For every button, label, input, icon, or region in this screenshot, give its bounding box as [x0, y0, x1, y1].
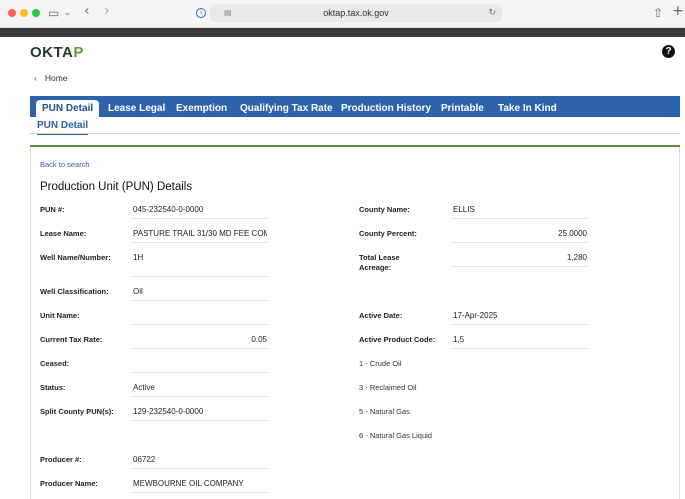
current-tax-rate-value: 0.05: [251, 335, 267, 344]
status-label: Status:: [40, 383, 66, 392]
product-code-item: 6 - Natural Gas Liquid: [359, 431, 432, 440]
field-underline: [131, 242, 268, 243]
producer-name-label: Producer Name:: [40, 479, 98, 488]
back-arrow-icon[interactable]: ‹: [84, 3, 90, 19]
field-underline: [131, 300, 268, 301]
field-underline: [131, 396, 268, 397]
active-date-label: Active Date:: [359, 311, 403, 320]
product-code-item: 5 - Natural Gas: [359, 407, 410, 416]
page-title: Production Unit (PUN) Details: [40, 181, 193, 193]
county-percent-value: 25.0000: [558, 229, 587, 238]
split-county-pun-value: 129-232540-0-0000: [133, 407, 204, 416]
close-window-button[interactable]: [8, 9, 16, 17]
home-label: Home: [44, 73, 68, 83]
field-underline: [131, 372, 268, 373]
tab-exemption[interactable]: Exemption: [176, 100, 227, 117]
total-lease-acreage-label: Total Lease: [359, 253, 400, 262]
field-underline: [451, 266, 588, 267]
chevron-down-icon[interactable]: ⌄: [64, 5, 71, 21]
well-name-label: Well Name/Number:: [40, 253, 111, 262]
reload-icon[interactable]: ↻: [488, 6, 496, 20]
field-underline: [131, 348, 268, 349]
county-percent-label: County Percent:: [359, 229, 417, 238]
split-county-pun-label: Split County PUN(s):: [40, 407, 114, 416]
sidebar-toggle-icon[interactable]: ▭: [48, 5, 59, 21]
home-link[interactable]: ‹ Home: [34, 73, 68, 83]
field-underline: [131, 324, 268, 325]
help-icon[interactable]: ?: [662, 45, 675, 58]
back-to-search-link[interactable]: Back to search: [40, 160, 90, 169]
active-date-value: 17-Apr-2025: [453, 311, 498, 320]
tab-printable[interactable]: Printable: [441, 100, 484, 117]
field-underline: [131, 420, 268, 421]
well-classification-value: Oil: [133, 287, 143, 296]
browser-toolbar: ▭ ⌄ ‹ › i ▤ oktap.tax.ok.gov ↻ ⇧ +: [0, 0, 685, 28]
tab-take-in-kind[interactable]: Take In Kind: [498, 100, 557, 117]
field-underline: [451, 218, 588, 219]
chevron-left-icon: ‹: [34, 73, 37, 83]
tab-qualifying-tax-rate[interactable]: Qualifying Tax Rate: [240, 100, 333, 117]
share-icon[interactable]: ⇧: [653, 5, 663, 21]
forward-arrow-icon[interactable]: ›: [104, 3, 110, 19]
product-code-item: 3 - Reclaimed Oil: [359, 383, 417, 392]
tab-production-history[interactable]: Production History: [341, 100, 431, 117]
total-lease-acreage-value: 1,280: [566, 253, 587, 262]
logo-accent: P: [73, 44, 84, 61]
detail-panel: [30, 147, 680, 499]
well-classification-label: Well Classification:: [40, 287, 109, 296]
tab-pun-detail[interactable]: PUN Detail: [36, 100, 100, 117]
pun-number-value: 045-232540-0-0000: [133, 205, 204, 214]
product-code-item: 1 - Crude Oil: [359, 359, 402, 368]
oktap-logo[interactable]: OKTAP: [30, 44, 84, 61]
field-underline: [131, 218, 268, 219]
active-product-code-value: 1,5: [453, 335, 465, 344]
field-underline: [131, 276, 268, 277]
current-tax-rate-label: Current Tax Rate:: [40, 335, 103, 344]
active-product-code-label: Active Product Code:: [359, 335, 436, 344]
county-name-label: County Name:: [359, 205, 410, 214]
field-underline: [451, 348, 588, 349]
unit-name-label: Unit Name:: [40, 311, 80, 320]
lease-name-value: PASTURE TRAIL 31/30 MD FEE COM: [133, 229, 267, 238]
status-value: Active: [133, 383, 155, 392]
address-bar[interactable]: ▤ oktap.tax.ok.gov ↻: [210, 4, 502, 22]
field-underline: [451, 324, 588, 325]
logo-text: OKTA: [30, 44, 74, 61]
tab-lease-legal[interactable]: Lease Legal: [108, 100, 165, 117]
tab-bar: PUN Detail Lease Legal Exemption Qualify…: [30, 96, 680, 117]
pun-number-label: PUN #:: [40, 205, 65, 214]
lease-name-label: Lease Name:: [40, 229, 87, 238]
producer-number-label: Producer #:: [40, 455, 82, 464]
maximize-window-button[interactable]: [32, 9, 40, 17]
field-underline: [131, 468, 268, 469]
url-text: oktap.tax.ok.gov: [323, 8, 389, 18]
new-tab-icon[interactable]: +: [672, 3, 684, 19]
ceased-label: Ceased:: [40, 359, 70, 368]
well-name-value: 1H: [133, 253, 144, 262]
minimize-window-button[interactable]: [20, 9, 28, 17]
producer-number-value: 06722: [133, 455, 156, 464]
producer-name-value: MEWBOURNE OIL COMPANY: [133, 479, 244, 488]
field-underline: [131, 492, 268, 493]
field-underline: [451, 242, 588, 243]
total-lease-acreage-label-cont: Acreage:: [359, 263, 392, 272]
site-info-icon[interactable]: i: [196, 8, 206, 18]
tab-strip: [0, 28, 685, 37]
county-name-value: ELLIS: [453, 205, 475, 214]
subtab-divider: [30, 133, 680, 134]
